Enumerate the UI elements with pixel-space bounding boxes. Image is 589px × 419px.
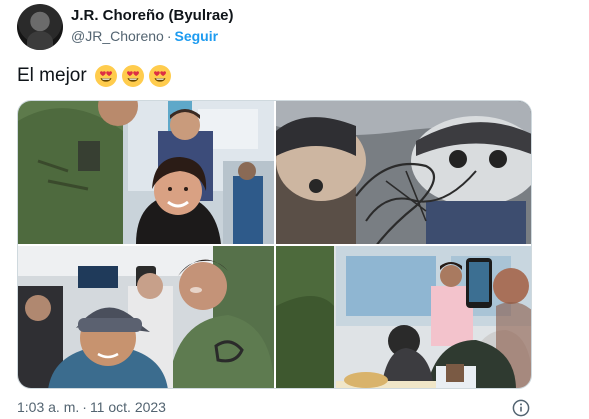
tweet-timestamp[interactable]: 1:03 a. m. · 11 oct. 2023	[17, 399, 166, 415]
author-handle[interactable]: @JR_Choreno	[71, 28, 164, 44]
heart-eyes-emoji-icon	[148, 64, 172, 88]
photo-signed-funko-box[interactable]	[276, 101, 531, 244]
author-display-name[interactable]: J.R. Choreño (Byulrae)	[71, 7, 234, 24]
tweet-text: El mejor	[17, 64, 172, 88]
photo-selfie-fan-cap[interactable]	[18, 246, 274, 388]
tweet-card: J.R. Choreño (Byulrae) @JR_Choreno · Segui…	[0, 0, 589, 419]
tweet-time: 1:03 a. m.	[17, 399, 80, 415]
info-circle-icon[interactable]	[512, 399, 530, 417]
tweet-header: J.R. Choreño (Byulrae) @JR_Choreno · Segui…	[17, 4, 577, 50]
photo-selfie-fans-airport[interactable]	[18, 101, 274, 244]
tweet-date: 11 oct. 2023	[89, 399, 166, 415]
heart-eyes-emoji-icon	[121, 64, 145, 88]
avatar[interactable]	[17, 4, 63, 50]
photo-autograph-signing[interactable]	[276, 246, 531, 388]
author-handle-row: @JR_Choreno · Seguir	[71, 28, 218, 44]
follow-button[interactable]: Seguir	[174, 28, 218, 44]
heart-eyes-emoji-icon	[94, 64, 118, 88]
separator-dot: ·	[166, 28, 172, 44]
tweet-text-content: El mejor	[17, 65, 87, 86]
separator-dot: ·	[82, 399, 87, 415]
media-grid	[17, 100, 532, 389]
